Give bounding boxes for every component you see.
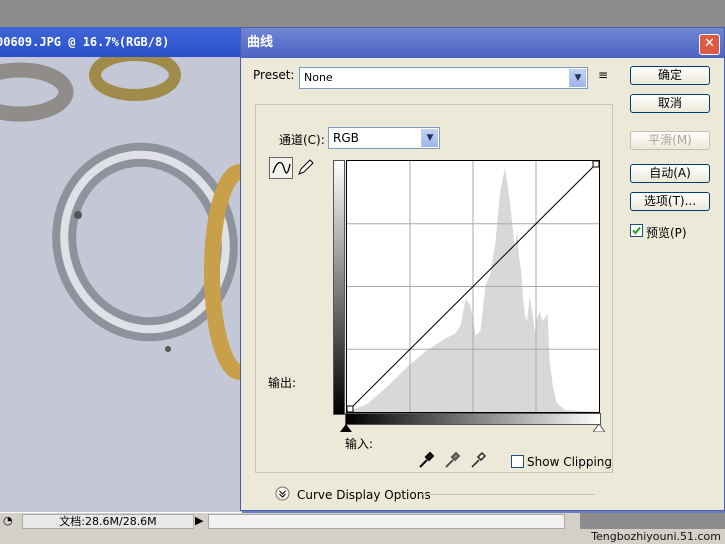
chevron-down-icon: ▼ bbox=[569, 69, 586, 87]
output-label: 输出: bbox=[268, 376, 297, 390]
curves-graph[interactable] bbox=[346, 160, 600, 413]
white-eyedropper-icon[interactable] bbox=[469, 451, 487, 469]
show-clipping-checkbox[interactable] bbox=[511, 455, 524, 468]
curve-display-options-label[interactable]: Curve Display Options bbox=[297, 488, 431, 502]
channel-label: 通道(C): bbox=[277, 131, 327, 148]
curves-dialog: 曲线 ✕ Preset: None ▼ ≡ 通道(C): RGB ▼ 输出: 输… bbox=[240, 27, 725, 511]
auto-button[interactable]: 自动(A) bbox=[630, 164, 710, 183]
horizontal-scrollbar[interactable] bbox=[208, 514, 565, 529]
show-clipping-label: Show Clipping bbox=[527, 455, 613, 469]
ok-button[interactable]: 确定 bbox=[630, 66, 710, 85]
preset-select[interactable]: None ▼ bbox=[299, 67, 588, 89]
expand-chevron-icon[interactable] bbox=[275, 486, 290, 501]
chevron-down-icon: ▼ bbox=[421, 129, 438, 147]
divider bbox=[421, 494, 595, 495]
dialog-title: 曲线 bbox=[241, 28, 724, 58]
curve-point[interactable] bbox=[346, 405, 354, 413]
preset-options-icon[interactable]: ≡ bbox=[598, 68, 608, 82]
options-button[interactable]: 选项(T)... bbox=[630, 192, 710, 211]
input-gradient-bar bbox=[345, 413, 601, 425]
close-icon[interactable]: ✕ bbox=[699, 34, 720, 55]
channel-value: RGB bbox=[333, 131, 359, 145]
black-point-slider[interactable] bbox=[340, 424, 352, 432]
watermark: Tengbozhiyouni.51.com bbox=[591, 530, 721, 543]
status-menu-arrow-icon[interactable]: ▶ bbox=[195, 514, 205, 527]
gray-eyedropper-icon[interactable] bbox=[443, 451, 461, 469]
black-eyedropper-icon[interactable] bbox=[417, 451, 435, 469]
document-window: 00609.JPG @ 16.7%(RGB/8) bbox=[0, 27, 248, 512]
channel-select[interactable]: RGB ▼ bbox=[328, 127, 440, 149]
zoom-icon[interactable]: ◔ bbox=[3, 514, 17, 527]
preset-value: None bbox=[304, 71, 333, 84]
output-gradient-bar bbox=[333, 160, 345, 415]
status-bar: ◔ 文档:28.6M/28.6M ▶ bbox=[0, 512, 580, 529]
rings-photo bbox=[0, 49, 248, 512]
pencil-tool-icon[interactable] bbox=[295, 157, 317, 177]
document-size-status: 文档:28.6M/28.6M bbox=[22, 514, 194, 529]
smooth-button[interactable]: 平滑(M) bbox=[630, 131, 710, 150]
document-image bbox=[0, 49, 248, 512]
curves-chart[interactable] bbox=[346, 160, 600, 413]
white-point-slider[interactable] bbox=[593, 424, 605, 432]
curve-tool-icon[interactable] bbox=[269, 157, 293, 179]
input-label: 输入: bbox=[345, 437, 374, 451]
preview-checkbox[interactable] bbox=[630, 224, 643, 237]
dialog-body: Preset: None ▼ ≡ 通道(C): RGB ▼ 输出: 输入: Sh… bbox=[241, 58, 724, 510]
document-title: 00609.JPG @ 16.7%(RGB/8) bbox=[0, 27, 248, 57]
cancel-button[interactable]: 取消 bbox=[630, 94, 710, 113]
curve-point[interactable] bbox=[592, 160, 600, 168]
preset-label: Preset: bbox=[253, 68, 295, 82]
preview-label: 预览(P) bbox=[646, 226, 687, 240]
